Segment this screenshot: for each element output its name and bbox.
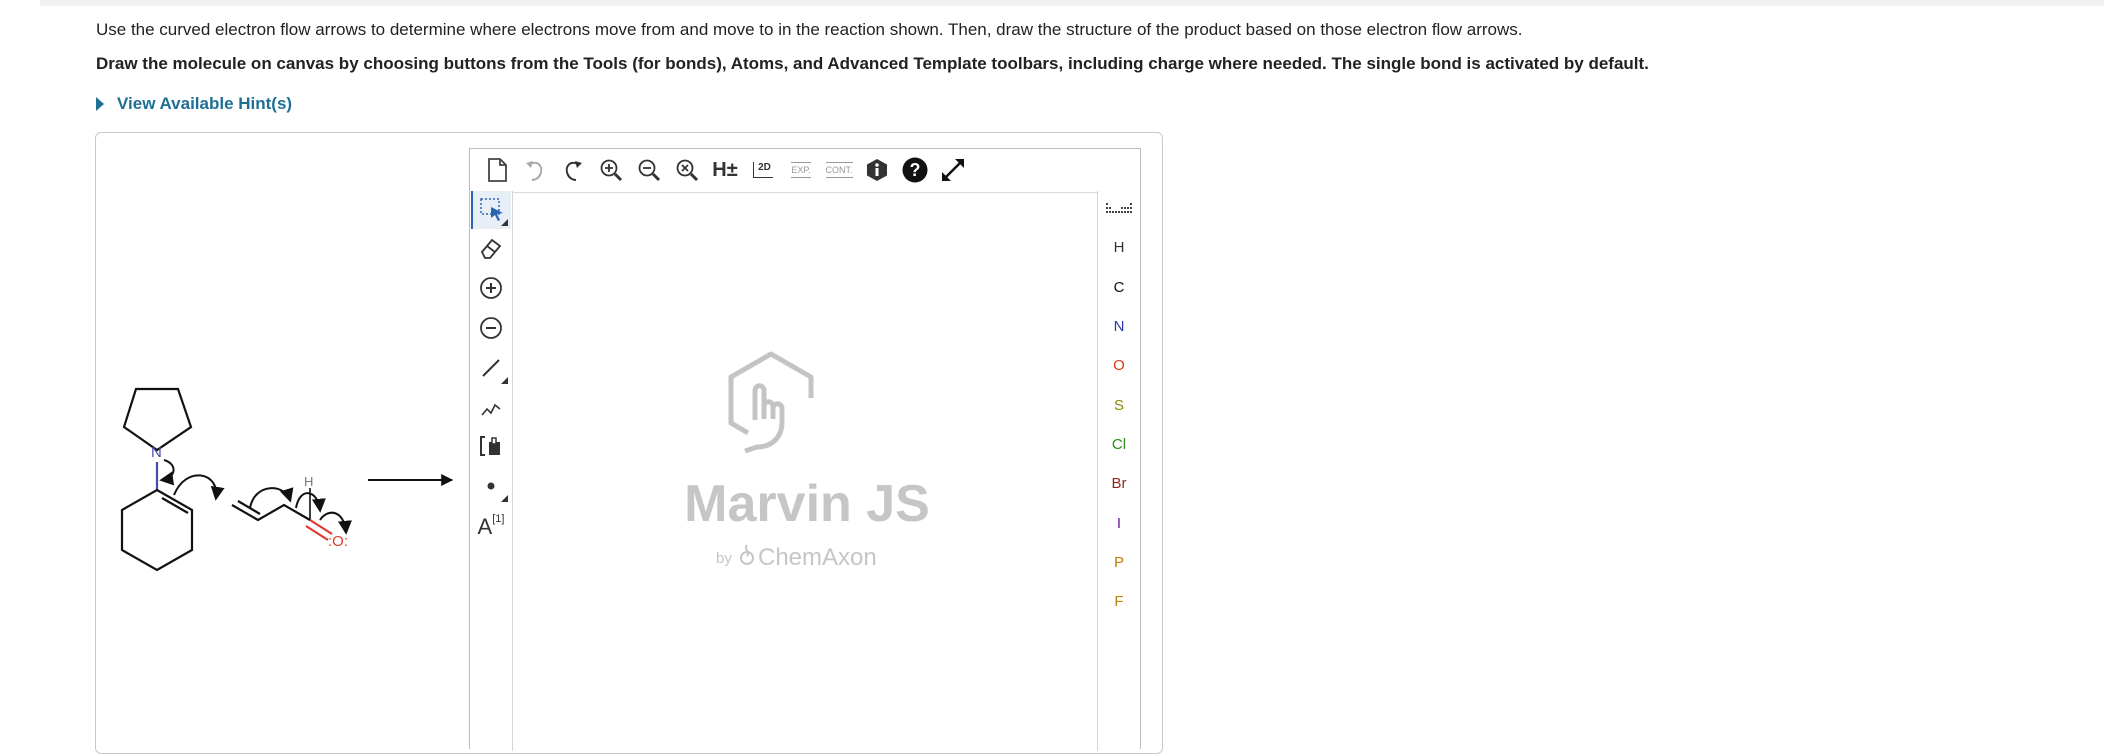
atom-button-p[interactable]: P xyxy=(1098,546,1140,578)
redo-button[interactable] xyxy=(554,151,592,189)
new-document-button[interactable] xyxy=(478,151,516,189)
oxygen-atom-label: :O: xyxy=(328,533,348,550)
zoom-out-button[interactable] xyxy=(630,151,668,189)
single-bond-button[interactable] xyxy=(471,349,511,387)
expand-triangle-icon xyxy=(96,97,104,111)
info-icon xyxy=(867,159,887,181)
tools-toolbar: A[1] xyxy=(470,191,513,751)
atom-c-label: C xyxy=(1113,278,1125,296)
top-toolbar: H± 2D EXP. CONT. ? xyxy=(470,149,1140,191)
atom-button-h[interactable]: H xyxy=(1098,231,1140,263)
electron-arrow-4 xyxy=(295,492,326,513)
text-icon-letter: A xyxy=(477,514,493,539)
fullscreen-icon xyxy=(942,159,964,181)
periodic-table-icon xyxy=(1106,203,1132,213)
chain-tool-button[interactable] xyxy=(471,389,511,427)
tool-submenu-indicator xyxy=(501,377,508,384)
undo-icon xyxy=(526,161,543,181)
help-icon: ? xyxy=(902,157,928,183)
lone-pair-button[interactable] xyxy=(471,467,511,505)
minus-charge-button[interactable] xyxy=(471,309,511,347)
instruction-text: Use the curved electron flow arrows to d… xyxy=(96,20,1523,39)
drawing-canvas[interactable]: Marvin JS by ChemAxon xyxy=(513,192,1097,753)
view-hints-link[interactable]: View Available Hint(s) xyxy=(96,94,292,114)
zoom-out-icon xyxy=(638,159,661,182)
marvin-logo: Marvin JS by ChemAxon xyxy=(684,351,930,571)
tool-submenu-indicator xyxy=(501,219,508,226)
bracket-icon xyxy=(480,436,500,456)
clean-2d-icon: 2D xyxy=(753,162,773,178)
atom-o-label: O xyxy=(1113,356,1125,374)
plus-charge-icon xyxy=(480,277,502,299)
marvin-logo-title: Marvin JS xyxy=(684,475,930,533)
periodic-table-button[interactable] xyxy=(1098,193,1140,225)
zoom-in-icon xyxy=(600,159,623,182)
electron-arrow-2 xyxy=(173,474,225,501)
zoom-reset-button[interactable] xyxy=(668,151,706,189)
text-icon-superscript: [1] xyxy=(492,513,505,525)
atom-button-f[interactable]: F xyxy=(1098,585,1140,617)
info-button[interactable] xyxy=(858,151,896,189)
help-button[interactable]: ? xyxy=(896,151,934,189)
new-document-icon xyxy=(488,158,507,182)
hydrogen-toggle-button[interactable]: H± xyxy=(706,151,744,189)
hydrogen-toggle-icon: H± xyxy=(712,158,738,181)
zoom-in-button[interactable] xyxy=(592,151,630,189)
atom-s-label: S xyxy=(1113,396,1124,414)
undo-button[interactable] xyxy=(516,151,554,189)
atom-br-label: Br xyxy=(1111,474,1127,492)
reaction-scheme: N H :O: xyxy=(120,387,454,572)
text-tool-button[interactable]: A[1] xyxy=(471,503,511,541)
top-divider xyxy=(40,0,2104,6)
fullscreen-button[interactable] xyxy=(934,151,972,189)
electron-arrow-1 xyxy=(159,459,175,486)
cyclohexene-ring xyxy=(120,488,194,572)
svg-text:?: ? xyxy=(910,160,921,180)
chain-icon xyxy=(481,403,501,416)
atom-button-i[interactable]: I xyxy=(1098,507,1140,539)
marvin-editor: H± 2D EXP. CONT. ? A[1] Marvin JS by Che… xyxy=(469,148,1141,753)
clean-2d-button[interactable]: 2D xyxy=(744,151,782,189)
expand-icon: EXP. xyxy=(791,162,811,178)
atom-f-label: F xyxy=(1114,592,1124,610)
atom-h-label: H xyxy=(1113,238,1125,256)
atom-button-br[interactable]: Br xyxy=(1098,467,1140,499)
enone-chain xyxy=(231,503,311,522)
bracket-tool-button[interactable] xyxy=(471,427,511,465)
atom-i-label: I xyxy=(1116,514,1122,532)
atom-button-n[interactable]: N xyxy=(1098,310,1140,342)
nitrogen-atom-label: N xyxy=(151,444,162,461)
hint-label: View Available Hint(s) xyxy=(117,94,293,113)
redo-icon xyxy=(565,161,582,181)
text-icon: A[1] xyxy=(478,514,505,538)
pyrrolidine-ring xyxy=(122,387,193,452)
atom-n-label: N xyxy=(1113,317,1125,335)
atom-button-o[interactable]: O xyxy=(1098,349,1140,381)
contract-button[interactable]: CONT. xyxy=(820,151,858,189)
select-tool-button[interactable] xyxy=(471,191,511,229)
marvin-logo-by: by xyxy=(716,550,732,567)
atom-button-s[interactable]: S xyxy=(1098,389,1140,421)
atom-cl-label: Cl xyxy=(1111,435,1127,453)
minus-charge-icon xyxy=(480,317,502,339)
atom-button-c[interactable]: C xyxy=(1098,271,1140,303)
drawing-instruction-text: Draw the molecule on canvas by choosing … xyxy=(96,54,1649,73)
plus-charge-button[interactable] xyxy=(471,269,511,307)
eraser-tool-button[interactable] xyxy=(471,229,511,267)
expand-button[interactable]: EXP. xyxy=(782,151,820,189)
atom-button-cl[interactable]: Cl xyxy=(1098,428,1140,460)
atom-p-label: P xyxy=(1113,553,1124,571)
zoom-reset-icon xyxy=(676,159,699,182)
atoms-toolbar: H C N O S Cl Br I P F xyxy=(1097,191,1141,751)
chemaxon-flame-icon xyxy=(740,544,754,565)
marvin-hand-icon xyxy=(728,351,814,454)
tool-submenu-indicator xyxy=(501,495,508,502)
contract-icon: CONT. xyxy=(825,162,853,178)
hydrogen-atom-label: H xyxy=(304,474,313,489)
eraser-icon xyxy=(480,238,502,259)
marvin-logo-brand: ChemAxon xyxy=(758,544,877,571)
